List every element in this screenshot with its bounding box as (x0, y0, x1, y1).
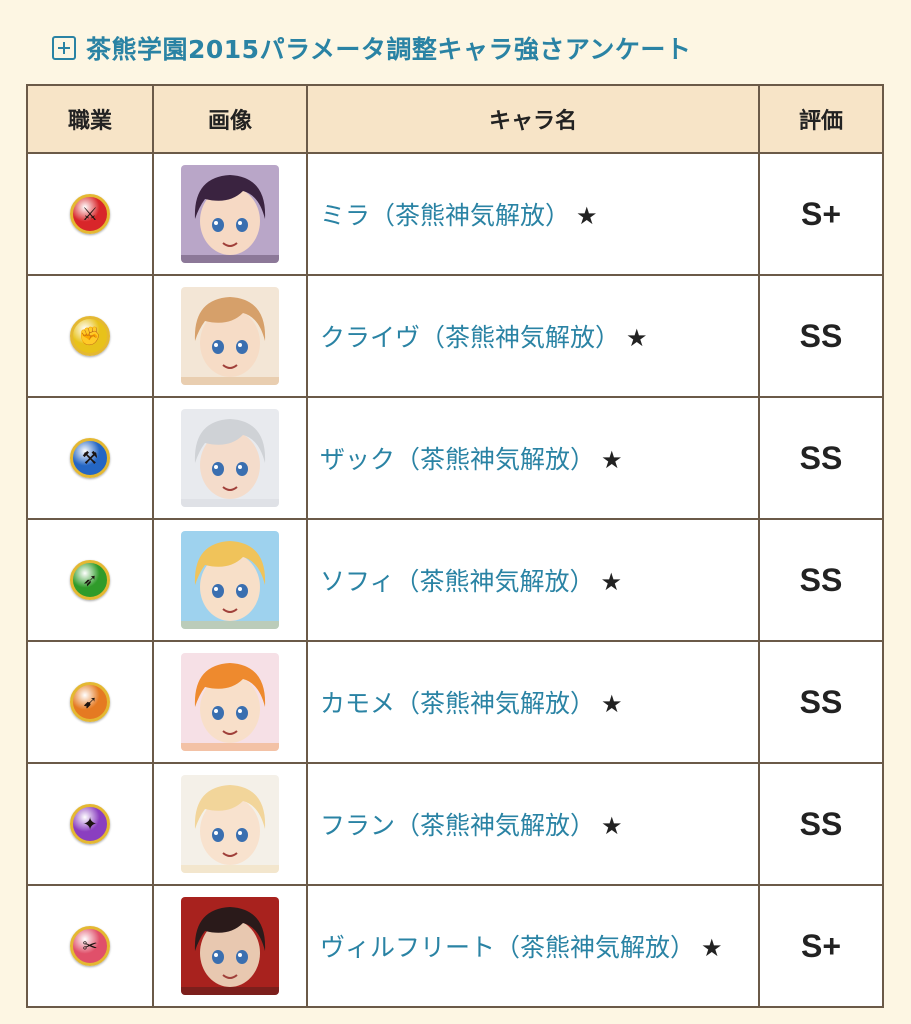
column-header-job: 職業 (26, 84, 154, 154)
character-name-link[interactable]: ヴィルフリート（茶熊神気解放） (320, 933, 695, 962)
image-cell (152, 152, 308, 276)
rating-cell: S+ (758, 152, 884, 276)
name-cell: カモメ（茶熊神気解放） ★ (306, 640, 760, 764)
table-row: ⚒ ザック（茶熊神気解放） ★ SS (26, 396, 884, 520)
image-cell (152, 884, 308, 1008)
character-name-link[interactable]: ソフィ（茶熊神気解放） (320, 567, 595, 596)
star-icon: ★ (601, 446, 623, 474)
rating-value: SS (799, 317, 843, 354)
character-portrait[interactable] (181, 165, 279, 263)
section-header: 茶熊学園2015パラメータ調整キャラ強さアンケート (52, 28, 691, 68)
table-header-row: 職業 画像 キャラ名 評価 (26, 84, 884, 154)
job-cell: ⚒ (26, 396, 154, 520)
table-row: ➹ カモメ（茶熊神気解放） ★ SS (26, 640, 884, 764)
rating-cell: SS (758, 518, 884, 642)
character-rating-table: 職業 画像 キャラ名 評価 ⚔ ミラ（茶熊神気解放） ★ S+ ✊ クライヴ（茶… (26, 84, 884, 1008)
table-row: ✦ フラン（茶熊神気解放） ★ SS (26, 762, 884, 886)
job-cell: ⚔ (26, 152, 154, 276)
name-cell: ソフィ（茶熊神気解放） ★ (306, 518, 760, 642)
bow-class-icon: ➹ (70, 682, 110, 722)
magic-class-icon: ✦ (70, 804, 110, 844)
image-cell (152, 518, 308, 642)
name-cell: ザック（茶熊神気解放） ★ (306, 396, 760, 520)
column-header-rating: 評価 (758, 84, 884, 154)
rating-value: SS (799, 561, 843, 598)
star-icon: ★ (601, 812, 623, 840)
rating-cell: SS (758, 640, 884, 764)
name-cell: クライヴ（茶熊神気解放） ★ (306, 274, 760, 398)
job-cell: ✊ (26, 274, 154, 398)
spear-class-icon: ➶ (70, 560, 110, 600)
image-cell (152, 274, 308, 398)
job-glyph: ✊ (78, 325, 102, 347)
job-glyph: ➹ (82, 691, 98, 713)
column-header-name: キャラ名 (306, 84, 760, 154)
character-portrait[interactable] (181, 775, 279, 873)
star-icon: ★ (626, 324, 648, 352)
name-cell: ヴィルフリート（茶熊神気解放） ★ (306, 884, 760, 1008)
image-cell (152, 640, 308, 764)
character-portrait[interactable] (181, 897, 279, 995)
rating-cell: SS (758, 274, 884, 398)
job-cell: ✂ (26, 884, 154, 1008)
table-row: ✊ クライヴ（茶熊神気解放） ★ SS (26, 274, 884, 398)
character-portrait[interactable] (181, 653, 279, 751)
rating-value: SS (799, 805, 843, 842)
character-name-link[interactable]: クライヴ（茶熊神気解放） (320, 323, 620, 352)
job-cell: ➶ (26, 518, 154, 642)
job-cell: ➹ (26, 640, 154, 764)
job-glyph: ✦ (82, 813, 98, 835)
table-row: ➶ ソフィ（茶熊神気解放） ★ SS (26, 518, 884, 642)
rating-value: SS (799, 439, 843, 476)
fist-class-icon: ✊ (70, 316, 110, 356)
character-name-link[interactable]: ミラ（茶熊神気解放） (320, 201, 570, 230)
name-cell: フラン（茶熊神気解放） ★ (306, 762, 760, 886)
image-cell (152, 762, 308, 886)
section-title[interactable]: 茶熊学園2015パラメータ調整キャラ強さアンケート (86, 30, 691, 66)
axe-class-icon: ⚒ (70, 438, 110, 478)
character-portrait[interactable] (181, 409, 279, 507)
job-glyph: ✂ (82, 935, 98, 957)
rating-value: S+ (800, 195, 842, 232)
rating-value: S+ (800, 927, 842, 964)
name-cell: ミラ（茶熊神気解放） ★ (306, 152, 760, 276)
job-glyph: ➶ (82, 569, 98, 591)
star-icon: ★ (576, 202, 598, 230)
character-name-link[interactable]: カモメ（茶熊神気解放） (320, 689, 595, 718)
dual-sword-class-icon: ✂ (70, 926, 110, 966)
sword-class-icon: ⚔ (70, 194, 110, 234)
table-row: ✂ ヴィルフリート（茶熊神気解放） ★ S+ (26, 884, 884, 1008)
rating-cell: SS (758, 396, 884, 520)
table-row: ⚔ ミラ（茶熊神気解放） ★ S+ (26, 152, 884, 276)
image-cell (152, 396, 308, 520)
character-portrait[interactable] (181, 531, 279, 629)
rating-value: SS (799, 683, 843, 720)
job-cell: ✦ (26, 762, 154, 886)
character-name-link[interactable]: ザック（茶熊神気解放） (320, 445, 595, 474)
star-icon: ★ (601, 690, 623, 718)
column-header-image: 画像 (152, 84, 308, 154)
expand-plus-icon[interactable] (52, 36, 76, 60)
rating-cell: S+ (758, 884, 884, 1008)
character-portrait[interactable] (181, 287, 279, 385)
character-name-link[interactable]: フラン（茶熊神気解放） (320, 811, 595, 840)
rating-cell: SS (758, 762, 884, 886)
star-icon: ★ (600, 568, 623, 596)
job-glyph: ⚔ (81, 203, 99, 225)
job-glyph: ⚒ (81, 447, 99, 469)
star-icon: ★ (701, 934, 723, 962)
